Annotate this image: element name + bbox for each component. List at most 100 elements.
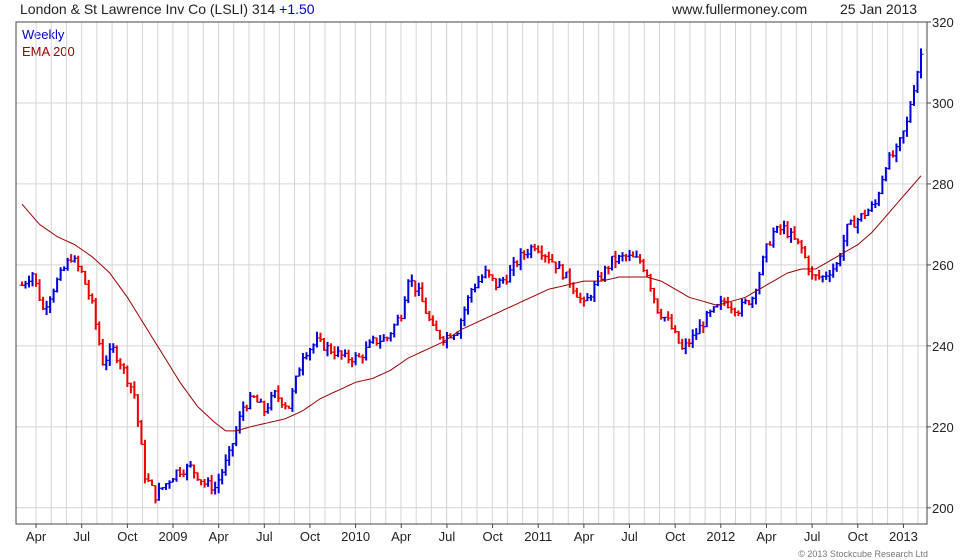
ohlc-bar: [332, 346, 338, 360]
ohlc-bar: [739, 298, 745, 317]
ohlc-bar: [549, 253, 555, 263]
ohlc-bar: [500, 276, 506, 284]
ohlc-bar: [205, 477, 211, 487]
ohlc-bar: [827, 269, 833, 283]
ohlc-bar: [391, 323, 397, 338]
x-tick-label: Oct: [482, 529, 503, 544]
ohlc-bar: [219, 469, 225, 485]
ohlc-bar: [363, 341, 369, 361]
x-tick-label: 2010: [341, 529, 370, 544]
ohlc-bar: [279, 397, 285, 408]
ohlc-bar: [553, 261, 559, 274]
ohlc-bar: [623, 253, 629, 262]
ohlc-bar: [890, 150, 896, 158]
ohlc-bar: [433, 320, 439, 332]
ohlc-bar: [131, 381, 137, 399]
ohlc-bar: [51, 288, 57, 303]
ohlc-bar: [128, 382, 134, 394]
ohlc-bar: [584, 293, 590, 302]
ohlc-bar: [107, 343, 113, 366]
y-tick-label: 220: [932, 420, 954, 435]
y-tick-label: 280: [932, 177, 954, 192]
x-tick-label: Jul: [804, 529, 821, 544]
x-tick-label: Oct: [848, 529, 869, 544]
x-tick-label: Apr: [391, 529, 412, 544]
ohlc-bar: [851, 215, 857, 228]
ohlc-bar: [233, 426, 239, 447]
ohlc-bar: [23, 280, 29, 289]
ohlc-bar: [479, 274, 485, 283]
ohlc-bar: [605, 265, 611, 275]
x-tick-label: Apr: [574, 529, 595, 544]
x-tick-label: Jul: [73, 529, 90, 544]
ohlc-bar: [149, 479, 155, 487]
x-tick-label: Apr: [209, 529, 230, 544]
x-tick-label: Oct: [117, 529, 138, 544]
ohlc-bar: [598, 271, 604, 282]
ohlc-bar: [760, 255, 766, 276]
ohlc-bar: [718, 295, 724, 310]
ohlc-bar: [412, 280, 418, 297]
ohlc-bar: [110, 343, 116, 353]
ohlc-bar: [504, 274, 510, 285]
ohlc-bar: [124, 365, 130, 388]
ohlc-bar: [254, 394, 260, 403]
ohlc-bar: [317, 332, 323, 343]
ohlc-bar: [490, 274, 496, 282]
ohlc-bar: [437, 329, 443, 340]
x-tick-label: Jul: [621, 529, 638, 544]
ohlc-bar: [486, 269, 492, 278]
ohlc-bar: [142, 439, 148, 484]
ohlc-bar: [809, 266, 815, 280]
ohlc-bar: [275, 385, 281, 403]
ohlc-bar: [595, 270, 601, 287]
x-tick-label: Oct: [300, 529, 321, 544]
y-tick-label: 200: [932, 501, 954, 516]
ohlc-bar: [261, 400, 267, 417]
ohlc-bar: [865, 208, 871, 216]
ohlc-bar: [588, 294, 594, 301]
ohlc-bar: [858, 213, 864, 222]
x-tick-label: 2009: [159, 529, 188, 544]
ohlc-bar: [96, 321, 102, 346]
ohlc-bar: [300, 353, 306, 376]
ohlc-bar: [181, 469, 187, 478]
ohlc-bar: [574, 287, 580, 298]
ohlc-bar: [799, 239, 805, 254]
ohlc-bar: [539, 245, 545, 260]
ohlc-bar: [230, 443, 236, 457]
ohlc-bar: [82, 270, 88, 285]
ohlc-bar: [265, 403, 271, 414]
ohlc-bar: [93, 297, 99, 330]
grid-lines: [16, 21, 927, 524]
ohlc-bar: [876, 191, 882, 207]
ohlc-bar: [816, 269, 822, 280]
ohlc-bar: [370, 335, 376, 344]
ohlc-bar: [546, 251, 552, 264]
ohlc-bar: [367, 339, 373, 348]
x-tick-label: 2012: [706, 529, 735, 544]
ohlc-bar: [514, 260, 520, 268]
x-tick-label: Jul: [256, 529, 273, 544]
ohlc-bar: [507, 264, 513, 283]
ohlc-bar: [742, 298, 748, 305]
ohlc-bar: [483, 265, 489, 279]
ohlc-bar: [163, 483, 169, 490]
ohlc-bar: [314, 331, 320, 348]
ohlc-bar: [785, 221, 791, 239]
ohlc-bar: [223, 454, 229, 476]
ohlc-bar: [665, 311, 671, 321]
ohlc-bar: [690, 329, 696, 348]
ohlc-bar: [177, 467, 183, 478]
ohlc-bar: [697, 319, 703, 335]
ohlc-bar: [166, 480, 172, 489]
ohlc-bar: [191, 464, 197, 479]
y-tick-label: 300: [932, 96, 954, 111]
plot-frame: [15, 21, 928, 525]
ohlc-bar: [918, 48, 924, 79]
ohlc-bar: [325, 341, 331, 357]
ohlc-bar: [542, 254, 548, 263]
ohlc-bar: [900, 130, 906, 144]
ohlc-bar: [86, 279, 92, 300]
ohlc-bar: [879, 175, 885, 195]
